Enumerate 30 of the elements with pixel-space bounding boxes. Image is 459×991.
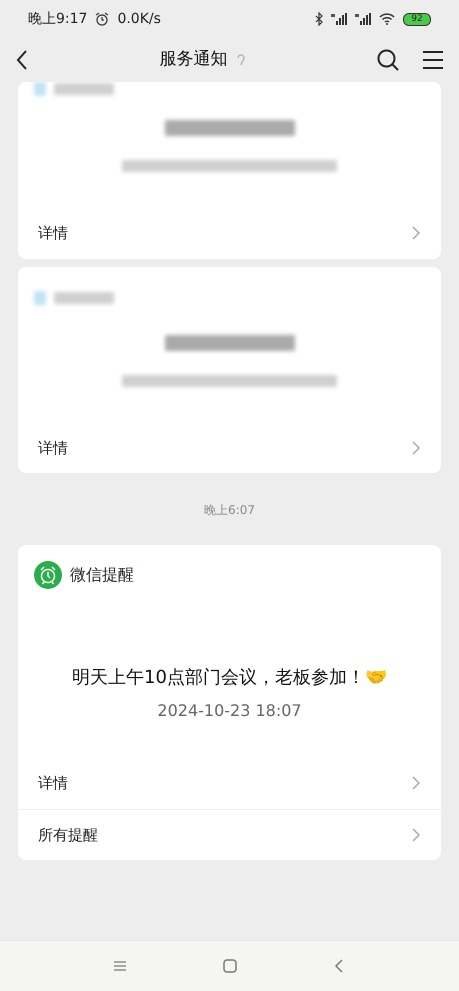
app-name: 微信提醒 [70,564,134,586]
search-icon[interactable] [377,49,399,71]
chevron-icon [411,440,421,456]
alarm-icon [95,12,110,26]
chevron-icon [411,225,421,242]
details-link[interactable]: 详情 [18,758,441,808]
blurred-block [54,83,114,95]
ear-icon [236,53,246,67]
home-icon[interactable] [222,959,236,973]
signal-icon [355,13,371,25]
reminder-message: 明天上午10点部门会议，老板参加！🤝 [72,666,387,690]
battery-indicator: 92 [403,12,431,26]
signal-icon [331,13,347,25]
recent-apps-icon[interactable] [112,959,126,973]
details-link[interactable]: 所有提醒 [18,808,441,860]
blurred-block [34,290,46,304]
blurred-block [34,82,46,96]
status-time: 晚上9:17 [28,10,88,28]
chevron-icon [411,826,421,843]
timestamp: 晚上6:07 [204,503,255,517]
alarm-clock-icon [34,561,62,589]
menu-icon[interactable] [423,51,443,69]
wifi-icon [379,13,395,25]
blurred-block [54,292,114,304]
back-icon[interactable] [16,50,28,70]
page-title: 服务通知 [160,48,228,72]
reminder-datetime: 2024-10-23 18:07 [157,700,302,722]
chevron-icon [411,775,421,792]
bluetooth-icon [315,12,323,26]
network-speed: 0.0K/s [117,10,161,28]
